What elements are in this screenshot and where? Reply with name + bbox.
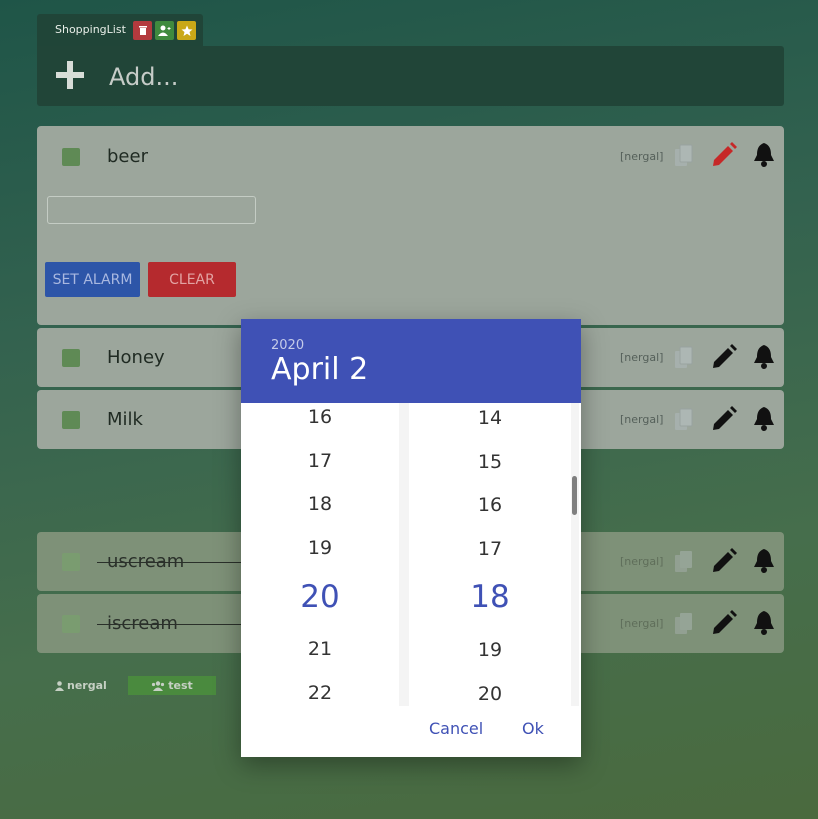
hour-option[interactable]: 16 [241, 406, 399, 428]
hour-column[interactable]: 16 17 18 19 20 21 22 [241, 403, 407, 706]
set-alarm-button[interactable]: SET ALARM [45, 262, 140, 297]
item-owner: [nergal] [620, 150, 664, 163]
bell-icon[interactable] [751, 344, 777, 370]
time-picker-dialog: 2020 April 2 16 17 18 19 20 21 22 14 15 … [241, 319, 581, 757]
bell-icon[interactable] [751, 142, 777, 168]
minute-option[interactable]: 20 [409, 683, 571, 705]
picker-year[interactable]: 2020 [271, 338, 304, 353]
minute-column[interactable]: 14 15 16 17 18 19 20 [409, 403, 571, 706]
minute-scroll-track [571, 403, 579, 706]
item-name: uscream [96, 551, 346, 572]
bell-icon[interactable] [751, 548, 777, 574]
item-checkbox[interactable] [62, 411, 80, 429]
column-divider [399, 403, 409, 706]
group-icon [152, 680, 165, 691]
favorite-list-button[interactable] [177, 21, 196, 40]
star-icon [181, 25, 192, 36]
minute-option[interactable]: 16 [409, 494, 571, 516]
user-name: nergal [67, 679, 107, 692]
item-checkbox[interactable] [62, 615, 80, 633]
bell-icon[interactable] [751, 406, 777, 432]
hour-option[interactable]: 22 [241, 682, 399, 704]
copy-icon[interactable] [671, 143, 697, 169]
picker-header: 2020 April 2 [241, 319, 581, 403]
item-owner: [nergal] [620, 555, 664, 568]
item-checkbox[interactable] [62, 349, 80, 367]
list-title: ShoppingList [55, 23, 126, 36]
cancel-button[interactable]: Cancel [423, 718, 489, 739]
list-tab[interactable]: ShoppingList [37, 14, 203, 46]
hour-option[interactable]: 18 [241, 493, 399, 515]
copy-icon[interactable] [671, 611, 697, 637]
hour-option[interactable]: 21 [241, 638, 399, 660]
list-item[interactable]: beer [nergal] SET ALARM CLEAR [37, 126, 784, 325]
bell-icon[interactable] [751, 610, 777, 636]
minute-option[interactable]: 15 [409, 451, 571, 473]
minute-option[interactable]: 14 [409, 407, 571, 429]
share-list-button[interactable] [155, 21, 174, 40]
edit-icon[interactable] [711, 610, 737, 636]
item-checkbox[interactable] [62, 148, 80, 166]
alarm-time-input[interactable] [47, 196, 256, 224]
minute-option[interactable]: 19 [409, 639, 571, 661]
item-name: Honey [107, 347, 165, 368]
group-badge[interactable]: test [128, 676, 216, 695]
item-name: iscream [97, 613, 338, 634]
user-icon [55, 680, 64, 691]
item-name: Milk [107, 409, 143, 430]
picker-date[interactable]: April 2 [271, 352, 368, 387]
hour-option[interactable]: 17 [241, 450, 399, 472]
selected-minute[interactable]: 18 [409, 579, 571, 615]
edit-icon[interactable] [711, 344, 737, 370]
selected-hour[interactable]: 20 [241, 579, 399, 615]
edit-icon[interactable] [711, 406, 737, 432]
edit-icon[interactable] [711, 548, 737, 574]
copy-icon[interactable] [671, 549, 697, 575]
add-item-bar [37, 46, 784, 106]
group-name: test [168, 679, 193, 692]
plus-icon[interactable] [55, 54, 85, 99]
item-name: beer [107, 146, 148, 167]
add-user-icon [158, 25, 171, 36]
delete-list-button[interactable] [133, 21, 152, 40]
minute-scrollbar[interactable] [572, 476, 577, 515]
item-checkbox[interactable] [62, 553, 80, 571]
clear-alarm-button[interactable]: CLEAR [148, 262, 236, 297]
item-owner: [nergal] [620, 351, 664, 364]
minute-option[interactable]: 17 [409, 538, 571, 560]
copy-icon[interactable] [671, 345, 697, 371]
copy-icon[interactable] [671, 407, 697, 433]
edit-icon[interactable] [711, 142, 737, 168]
user-badge[interactable]: nergal [55, 676, 125, 695]
item-owner: [nergal] [620, 413, 664, 426]
trash-icon [138, 26, 147, 35]
ok-button[interactable]: Ok [516, 718, 550, 739]
hour-option[interactable]: 19 [241, 537, 399, 559]
item-owner: [nergal] [620, 617, 664, 630]
add-item-input[interactable] [107, 56, 751, 98]
